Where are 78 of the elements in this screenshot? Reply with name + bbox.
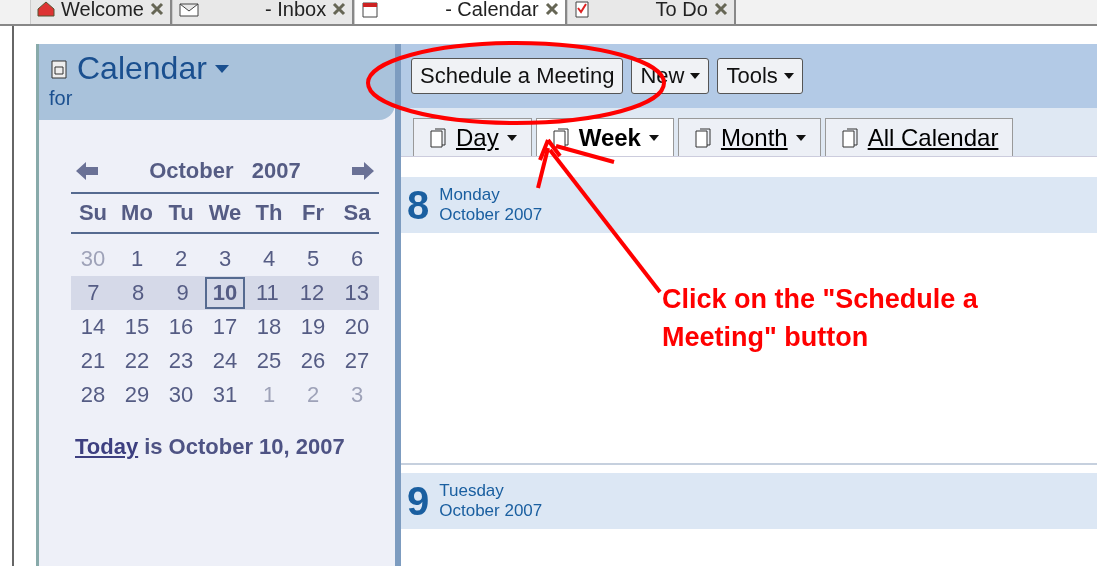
calendar-icon (839, 126, 860, 149)
weekday-label: Tu (167, 200, 195, 226)
close-icon[interactable] (150, 2, 164, 16)
calendar-day[interactable]: 27 (335, 348, 379, 374)
close-icon[interactable] (713, 2, 728, 16)
weekday-label: Mo (120, 200, 154, 226)
close-icon[interactable] (332, 2, 347, 16)
calendar-day[interactable]: 11 (245, 280, 290, 306)
day-number: 8 (407, 182, 430, 228)
annotation-text: Click on the "Schedule a Meeting" button (662, 283, 979, 354)
schedule-button[interactable]: Schedule a Meeting (411, 58, 624, 94)
caret-icon (795, 134, 806, 141)
owner-label: for (49, 87, 73, 110)
calendar-day[interactable]: 14 (71, 314, 115, 340)
dropdown-button[interactable]: Tools (717, 58, 803, 94)
calendar-day[interactable]: 28 (71, 382, 115, 408)
calendar-day[interactable]: 15 (115, 314, 159, 340)
today-text: is October 10, 2007 (144, 434, 345, 460)
calendar-day[interactable]: 21 (71, 348, 115, 374)
today-link[interactable]: Today (75, 434, 139, 460)
day-number: 9 (407, 478, 430, 524)
calendar-day[interactable]: 31 (203, 382, 247, 408)
calendar-icon (49, 57, 69, 80)
calendar-day[interactable]: 10 (205, 277, 245, 309)
close-icon[interactable] (544, 2, 559, 16)
calendar-day[interactable]: 5 (291, 246, 335, 272)
checklist-icon (573, 0, 590, 18)
calendar-day[interactable]: 6 (335, 246, 379, 272)
calendar-day[interactable]: 20 (335, 314, 379, 340)
right-arrow-icon[interactable] (351, 161, 375, 181)
calendar-day[interactable]: 29 (115, 382, 159, 408)
calendar-day[interactable]: 25 (247, 348, 291, 374)
view-tab[interactable]: Month (677, 118, 821, 156)
app-tab[interactable]: - Calendar (354, 0, 567, 24)
calendar-day[interactable]: 4 (247, 246, 291, 272)
house-icon (37, 1, 55, 17)
calendar-title[interactable]: Calendar (77, 50, 207, 87)
app-tab[interactable]: Welcome (30, 0, 172, 24)
calendar-day[interactable]: 7 (71, 280, 116, 306)
weekday-name: Tuesday (439, 481, 505, 501)
calendar-day[interactable]: 9 (160, 280, 205, 306)
calendar-icon (428, 126, 448, 149)
month-year: October 2007 (439, 205, 543, 225)
caret-icon (506, 134, 517, 141)
app-tab[interactable]: To Do (566, 0, 736, 24)
weekday-label: Th (254, 200, 284, 226)
app-tab[interactable]: - Inbox (172, 0, 355, 24)
calendar-day[interactable]: 13 (334, 280, 380, 306)
view-tab[interactable]: Day (413, 118, 532, 156)
calendar-icon (361, 0, 380, 18)
calendar-day[interactable]: 2 (159, 246, 203, 272)
calendar-day[interactable]: 17 (203, 314, 247, 340)
calendar-day[interactable]: 22 (115, 348, 159, 374)
month-year: October 2007 (439, 501, 543, 521)
calendar-day[interactable]: 19 (291, 314, 335, 340)
calendar-icon (692, 126, 713, 149)
calendar-day[interactable]: 18 (247, 314, 291, 340)
left-arrow-icon[interactable] (75, 161, 99, 181)
calendar-day[interactable]: 12 (289, 280, 335, 306)
calendar-day[interactable]: 1 (115, 246, 159, 272)
month-title: October 2007 (149, 158, 301, 184)
envelope-icon (179, 1, 199, 17)
caret-icon (648, 134, 659, 141)
calendar-day[interactable]: 23 (159, 348, 203, 374)
calendar-day[interactable]: 3 (203, 246, 247, 272)
calendar-icon (550, 126, 571, 149)
view-tab[interactable]: All Calendar (824, 118, 1014, 156)
caret-icon[interactable] (214, 64, 229, 73)
weekday-label: Sa (342, 200, 372, 226)
calendar-day[interactable]: 24 (203, 348, 247, 374)
weekday-label: Fr (301, 200, 325, 226)
calendar-day[interactable]: 26 (291, 348, 335, 374)
weekday-label: We (207, 200, 243, 226)
calendar-day[interactable]: 8 (115, 280, 161, 306)
calendar-day[interactable]: 30 (159, 382, 203, 408)
calendar-day[interactable]: 16 (159, 314, 203, 340)
weekday-name: Monday (439, 185, 501, 205)
weekday-label: Su (77, 200, 109, 226)
